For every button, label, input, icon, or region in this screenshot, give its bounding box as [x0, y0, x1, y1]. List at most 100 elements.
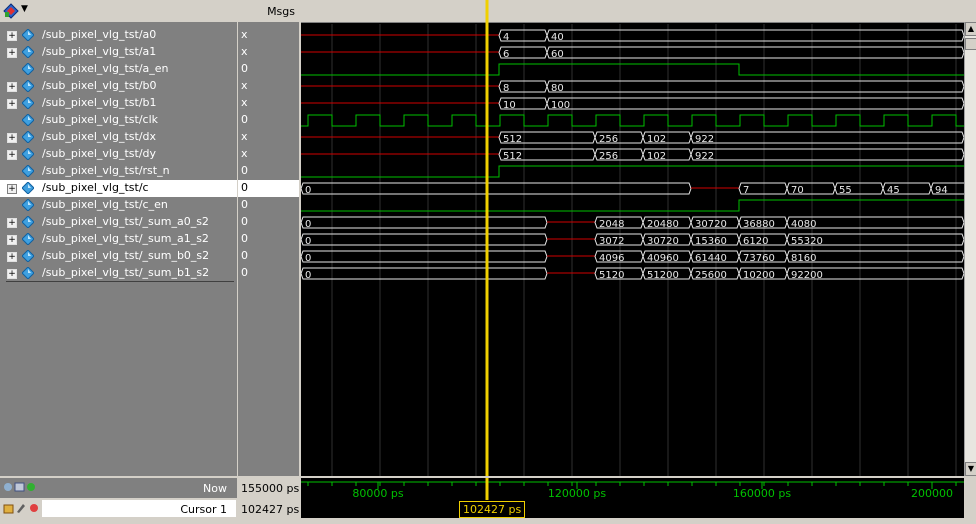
signal-row[interactable]: /sub_pixel_vlg_tst/c_en — [0, 197, 237, 214]
signal-value-row[interactable]: x — [238, 95, 299, 112]
signal-row[interactable]: + /sub_pixel_vlg_tst/c — [0, 180, 237, 197]
signal-row[interactable]: + /sub_pixel_vlg_tst/_sum_a0_s2 — [0, 214, 237, 231]
sum_b1_s2-bus-segment — [301, 267, 548, 280]
signal-diamond-icon — [22, 250, 34, 262]
c-bus-segment — [301, 182, 692, 195]
signal-row[interactable]: + /sub_pixel_vlg_tst/dx — [0, 129, 237, 146]
waveform-tools-icon[interactable] — [3, 481, 39, 496]
b1-bus-value-label: 10 — [503, 100, 516, 111]
signal-value-row[interactable]: 0 — [238, 248, 299, 265]
scroll-thumb[interactable] — [965, 38, 976, 50]
expand-icon[interactable]: + — [7, 150, 17, 160]
vertical-scrollbar[interactable]: ▲ ▼ — [964, 22, 976, 476]
expand-icon[interactable]: + — [7, 235, 17, 245]
signal-name: /sub_pixel_vlg_tst/c — [42, 181, 149, 194]
signal-value-row[interactable]: 0 — [238, 214, 299, 231]
signal-value-row[interactable]: 0 — [238, 61, 299, 78]
scroll-up-icon[interactable]: ▲ — [965, 22, 976, 36]
signal-row[interactable]: /sub_pixel_vlg_tst/a_en — [0, 61, 237, 78]
sum_a1_s2-bus-value-label: 55320 — [791, 236, 823, 247]
signal-value: 0 — [241, 215, 248, 228]
signal-diamond-icon — [22, 29, 34, 41]
sum_a1_s2-bus-value-label: 0 — [305, 236, 311, 247]
cursor-label: Cursor 1 — [180, 503, 227, 516]
signal-value: 0 — [241, 266, 248, 279]
signal-value-row[interactable]: x — [238, 146, 299, 163]
signal-value: x — [241, 96, 248, 109]
signal-value-row[interactable]: 0 — [238, 231, 299, 248]
c-bus-value-label: 0 — [305, 185, 311, 196]
signal-diamond-icon — [22, 182, 34, 194]
a1-bus-value-label: 6 — [503, 49, 509, 60]
expand-icon[interactable]: + — [7, 31, 17, 41]
chevron-down-icon[interactable]: ▼ — [21, 4, 28, 14]
signal-value-row[interactable]: x — [238, 27, 299, 44]
signal-row[interactable]: + /sub_pixel_vlg_tst/_sum_b0_s2 — [0, 248, 237, 265]
dx-bus-segment — [690, 131, 964, 144]
modelsim-logo-icon[interactable] — [3, 3, 19, 19]
expand-icon[interactable]: + — [7, 218, 17, 228]
signal-name: /sub_pixel_vlg_tst/rst_n — [42, 164, 170, 177]
sum_b1_s2-bus-value-label: 25600 — [695, 270, 727, 281]
signal-row[interactable]: + /sub_pixel_vlg_tst/b0 — [0, 78, 237, 95]
expand-icon[interactable]: + — [7, 48, 17, 58]
expand-icon[interactable]: + — [7, 133, 17, 143]
expand-icon[interactable]: + — [7, 252, 17, 262]
list-end-divider — [6, 281, 234, 282]
cursor-tools-icon[interactable] — [3, 502, 41, 517]
signal-row[interactable]: + /sub_pixel_vlg_tst/_sum_b1_s2 — [0, 265, 237, 282]
signal-value-row[interactable]: x — [238, 129, 299, 146]
time-ruler[interactable]: 80000 ps 120000 ps 160000 ps 200000 — [301, 478, 964, 500]
dy-bus-segment — [690, 148, 964, 161]
signal-value-row[interactable]: 0 — [238, 180, 299, 197]
waveform-pane[interactable]: 4 40 6 60 8 80 10 100 512 256 102 922 512 256 102 922 0 7… — [301, 0, 964, 476]
msgs-header-label: Msgs — [267, 5, 295, 18]
sum_b0_s2-bus-value-label: 4096 — [599, 253, 624, 264]
waveform-canvas[interactable]: 4 40 6 60 8 80 10 100 512 256 102 922 512 256 102 922 0 7… — [301, 0, 964, 476]
expand-icon[interactable]: + — [7, 269, 17, 279]
signal-row[interactable]: + /sub_pixel_vlg_tst/dy — [0, 146, 237, 163]
expand-icon[interactable]: + — [7, 184, 17, 194]
signal-value-row[interactable]: x — [238, 44, 299, 61]
signal-value: 0 — [241, 62, 248, 75]
dx-bus-value-label: 102 — [647, 134, 666, 145]
signal-row[interactable]: + /sub_pixel_vlg_tst/a1 — [0, 44, 237, 61]
name-pane-header: ▼ — [0, 0, 237, 23]
a-en-wave — [301, 63, 964, 76]
signal-row[interactable]: + /sub_pixel_vlg_tst/b1 — [0, 95, 237, 112]
signal-value-row[interactable]: x — [238, 78, 299, 95]
signal-value-row[interactable]: 0 — [238, 112, 299, 129]
ruler-tick-label: 200000 — [911, 487, 953, 500]
signal-diamond-icon — [22, 46, 34, 58]
signal-value: 0 — [241, 164, 248, 177]
signal-value-row[interactable]: 0 — [238, 163, 299, 180]
sum_a1_s2-bus-value-label: 6120 — [743, 236, 768, 247]
dx-bus-value-label: 256 — [599, 134, 618, 145]
dy-bus-value-label: 512 — [503, 151, 522, 162]
expand-icon[interactable]: + — [7, 99, 17, 109]
signal-diamond-icon — [22, 148, 34, 160]
signal-name: /sub_pixel_vlg_tst/b0 — [42, 79, 157, 92]
signal-diamond-icon — [22, 199, 34, 211]
c-en-wave — [301, 199, 964, 212]
c-bus-value-label: 70 — [791, 185, 804, 196]
signal-diamond-icon — [22, 267, 34, 279]
signal-value-row[interactable]: 0 — [238, 265, 299, 282]
signal-value: x — [241, 45, 248, 58]
cursor-bar[interactable]: 102427 ps — [301, 500, 964, 518]
signal-value: x — [241, 79, 248, 92]
dy-bus-value-label: 102 — [647, 151, 666, 162]
signal-name: /sub_pixel_vlg_tst/_sum_b0_s2 — [42, 249, 210, 262]
signal-row[interactable]: /sub_pixel_vlg_tst/clk — [0, 112, 237, 129]
sum_a0_s2-bus-value-label: 0 — [305, 219, 311, 230]
signal-row[interactable]: + /sub_pixel_vlg_tst/a0 — [0, 27, 237, 44]
scroll-down-icon[interactable]: ▼ — [965, 462, 976, 476]
signal-row[interactable]: + /sub_pixel_vlg_tst/_sum_a1_s2 — [0, 231, 237, 248]
sum_b0_s2-bus-value-label: 61440 — [695, 253, 727, 264]
cursor-marker-label[interactable]: 102427 ps — [459, 501, 526, 518]
signal-row[interactable]: /sub_pixel_vlg_tst/rst_n — [0, 163, 237, 180]
sum_b1_s2-bus-value-label: 5120 — [599, 270, 624, 281]
expand-icon[interactable]: + — [7, 82, 17, 92]
signal-value-row[interactable]: 0 — [238, 197, 299, 214]
signal-name: /sub_pixel_vlg_tst/a0 — [42, 28, 157, 41]
